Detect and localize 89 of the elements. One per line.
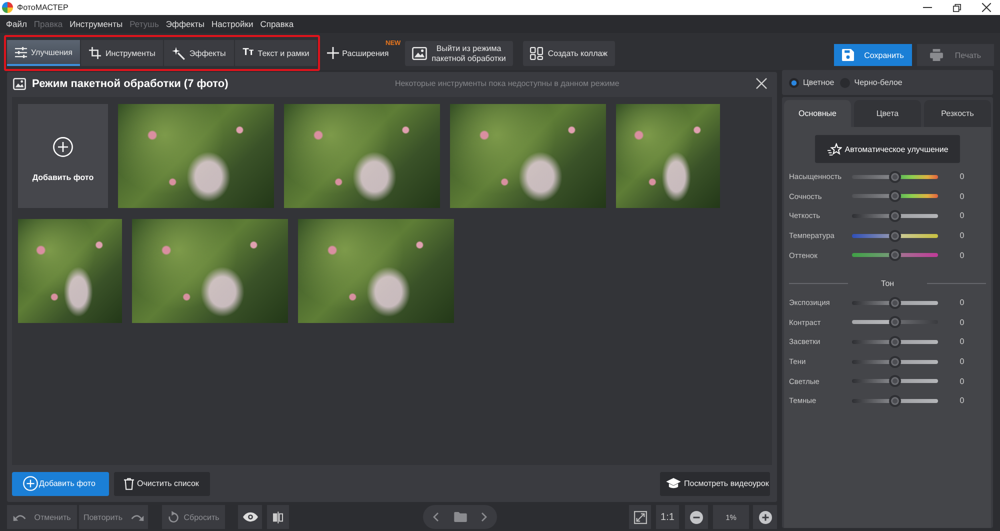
slider-value: 0 [958, 172, 966, 182]
add-photo-button[interactable]: Добавить фото [12, 472, 109, 496]
slider-value: 0 [958, 337, 966, 346]
restore-icon[interactable] [953, 4, 961, 12]
actual-size-button[interactable]: 1:1 [656, 505, 679, 529]
slider-value: 0 [958, 318, 966, 327]
magic-wand-icon [172, 46, 186, 60]
photo-placeholder[interactable] [118, 104, 274, 208]
clear-list-button[interactable]: Очистить список [114, 472, 210, 496]
expand-icon [634, 510, 646, 524]
crop-icon [89, 47, 102, 59]
add-photo-tile[interactable]: Добавить фото [18, 104, 108, 208]
toolbar-tab[interactable]: Инструменты [81, 40, 164, 66]
toolbar-tab[interactable]: Эффекты [164, 40, 234, 66]
slider-thumb[interactable] [889, 296, 901, 309]
slider-thumb[interactable] [889, 170, 901, 183]
chevron-left-icon[interactable] [433, 512, 439, 522]
plus-circle-icon [23, 476, 38, 491]
menu-item[interactable]: Настройки [212, 19, 254, 29]
redo-arrow-icon [130, 514, 144, 520]
close-icon[interactable] [982, 3, 991, 12]
image-icon [13, 78, 26, 90]
slider-thumb[interactable] [889, 316, 901, 328]
slider-thumb[interactable] [889, 336, 901, 348]
auto-enhance-button[interactable]: Автоматическое улучшение [815, 135, 960, 163]
toolbar-tab[interactable]: Улучшения [7, 40, 80, 66]
color-mode-option[interactable]: Цветное [789, 78, 834, 88]
menu-item[interactable]: Инструменты [70, 19, 123, 29]
panel-tab[interactable]: Цвета [854, 100, 921, 127]
image-icon [412, 47, 427, 60]
save-button[interactable]: Сохранить [834, 44, 912, 66]
app-logo-icon [2, 2, 13, 13]
chevron-right-icon[interactable] [481, 512, 487, 522]
sparkle-star-icon [826, 142, 842, 156]
slider-thumb[interactable] [889, 356, 901, 368]
slider-value: 0 [958, 298, 966, 308]
toolbar-tab[interactable]: Tт Текст и рамки [234, 40, 318, 66]
slider-value: 0 [958, 376, 966, 386]
exit-batch-mode-button[interactable]: Выйти из режима пакетной обработки [404, 41, 513, 66]
photo-placeholder[interactable] [132, 219, 288, 323]
menu-item[interactable]: Справка [260, 19, 294, 29]
window-title: ФотоМАСТЕР [17, 3, 68, 12]
slider-thumb[interactable] [889, 394, 901, 407]
plus-circle-icon [53, 136, 73, 156]
undo-arrow-icon [13, 514, 26, 520]
panel-tab[interactable]: Основные [784, 100, 851, 127]
slider-value: 0 [958, 250, 966, 260]
slider-thumb[interactable] [889, 249, 901, 262]
graduation-cap-icon [666, 478, 681, 489]
slider-thumb[interactable] [889, 210, 901, 222]
split-compare-icon [273, 510, 283, 524]
trash-icon [124, 478, 134, 490]
slider-thumb[interactable] [889, 190, 901, 202]
folder-icon[interactable] [454, 512, 466, 522]
zoom-out-button[interactable] [685, 505, 708, 529]
eye-icon [242, 512, 258, 522]
photo-placeholder[interactable] [450, 104, 606, 208]
hint-text: Некоторые инструменты пока недоступны в данном режиме [394, 79, 620, 88]
slider-value: 0 [958, 192, 966, 201]
create-collage-button[interactable]: Создать коллаж [522, 41, 615, 66]
panel-title: Режим пакетной обработки (7 фото) [32, 78, 228, 90]
menu-item[interactable]: Файл [6, 19, 27, 29]
plus-circle-icon [758, 510, 772, 524]
color-mode-option[interactable]: Черно-белое [840, 78, 902, 88]
video-tutorial-button[interactable]: Посмотреть видеоурок [660, 472, 770, 496]
text-icon: Tт [242, 48, 254, 58]
section-title: Тон [880, 278, 896, 288]
zoom-in-button[interactable] [753, 505, 777, 529]
compare-button[interactable] [267, 505, 289, 529]
photo-placeholder[interactable] [18, 219, 122, 323]
plus-icon [327, 47, 340, 59]
printer-icon [930, 49, 943, 61]
slider-value: 0 [958, 396, 966, 406]
panel-tab[interactable]: Резкость [924, 100, 991, 127]
preview-button[interactable] [238, 505, 262, 529]
menu-item[interactable]: Эффекты [166, 19, 205, 29]
slider-value: 0 [958, 231, 966, 240]
reset-arrow-icon [168, 511, 179, 523]
slider-value: 0 [958, 357, 966, 366]
slider-thumb[interactable] [889, 375, 901, 388]
photo-placeholder[interactable] [298, 219, 454, 323]
collage-icon [530, 47, 543, 60]
minus-circle-icon [690, 510, 703, 524]
photo-placeholder[interactable] [284, 104, 440, 208]
sliders-icon [15, 46, 27, 58]
fit-to-screen-button[interactable] [629, 505, 651, 529]
slider-thumb[interactable] [889, 230, 901, 242]
slider-value: 0 [958, 211, 966, 220]
photo-placeholder[interactable] [616, 104, 720, 208]
